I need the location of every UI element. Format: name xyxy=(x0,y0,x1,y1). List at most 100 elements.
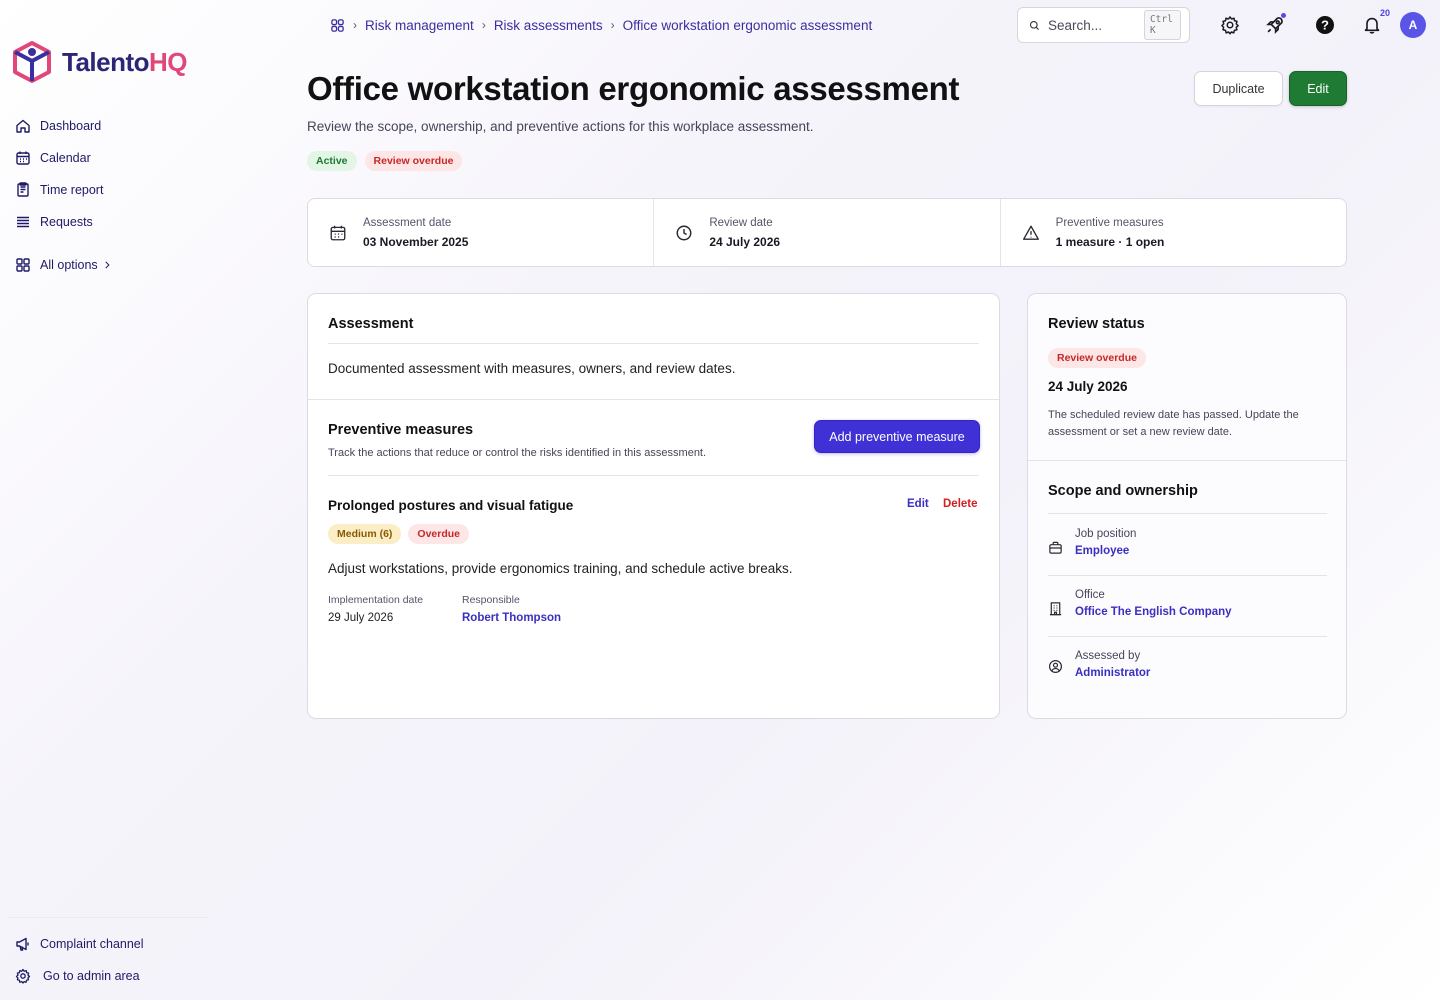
help-button[interactable]: ? xyxy=(1313,13,1337,37)
sidebar-item-calendar[interactable]: Calendar xyxy=(15,142,112,174)
measure-badges: Medium (6) Overdue xyxy=(328,524,470,544)
measure-description: Adjust workstations, provide ergonomics … xyxy=(328,561,793,576)
review-status-title: Review status xyxy=(1048,316,1145,332)
implementation-date: Implementation date 29 July 2026 xyxy=(328,594,423,624)
risk-level-badge: Medium (6) xyxy=(328,524,402,544)
duplicate-button[interactable]: Duplicate xyxy=(1194,71,1283,106)
review-note: The scheduled review date has passed. Up… xyxy=(1048,409,1299,438)
breadcrumb-risk-management[interactable]: Risk management xyxy=(365,18,474,33)
status-badge-review-overdue: Review overdue xyxy=(364,151,463,171)
sidebar-nav: Dashboard Calendar Time report Requests … xyxy=(15,110,112,281)
home-icon xyxy=(16,119,30,133)
chevron-right-icon xyxy=(105,261,110,269)
preventive-measures-title: Preventive measures xyxy=(328,422,474,438)
measure-edit-link[interactable]: Edit xyxy=(907,498,929,510)
stat-preventive-measures: Preventive measures 1 measure · 1 open xyxy=(1001,199,1346,266)
add-preventive-measure-button[interactable]: Add preventive measure xyxy=(814,420,980,453)
breadcrumb-risk-assessments[interactable]: Risk assessments xyxy=(494,18,603,33)
search-icon xyxy=(1029,20,1039,30)
stat-label: Preventive measures xyxy=(1055,216,1164,229)
breadcrumb: › Risk management › Risk assessments › O… xyxy=(330,14,872,36)
sidebar-item-label: Calendar xyxy=(40,151,91,165)
stat-value: 24 July 2026 xyxy=(709,234,781,249)
user-circle-icon xyxy=(1048,659,1063,674)
divider xyxy=(1048,575,1327,576)
implementation-date-label: Implementation date xyxy=(328,594,424,606)
chevron-right-icon: › xyxy=(610,18,615,32)
building-icon xyxy=(1049,602,1062,616)
breadcrumb-current: Office workstation ergonomic assessment xyxy=(622,17,873,33)
stat-label: Review date xyxy=(709,216,773,229)
sidebar-item-admin-area[interactable]: Go to admin area xyxy=(15,960,144,992)
status-badge-active: Active xyxy=(307,151,357,171)
office-link[interactable]: Office The English Company xyxy=(1075,606,1232,618)
notifications-button[interactable]: 20 xyxy=(1360,8,1390,37)
search-box[interactable]: Ctrl K xyxy=(1017,7,1190,43)
settings-button[interactable] xyxy=(1218,13,1242,37)
sidebar: TalentoHQ Dashboard Calendar Time report… xyxy=(0,0,215,1000)
divider xyxy=(1028,460,1346,461)
clock-icon xyxy=(676,225,692,240)
sidebar-item-dashboard[interactable]: Dashboard xyxy=(15,110,112,142)
sidebar-divider xyxy=(8,917,208,918)
page-subtitle: Review the scope, ownership, and prevent… xyxy=(307,119,814,134)
calendar-icon xyxy=(16,151,30,165)
edit-button[interactable]: Edit xyxy=(1289,71,1347,106)
sidebar-item-label: Complaint channel xyxy=(40,937,144,951)
assessed-by-link[interactable]: Administrator xyxy=(1075,667,1150,679)
implementation-date-value: 29 July 2026 xyxy=(328,612,394,624)
chevron-right-icon: › xyxy=(353,18,357,32)
divider xyxy=(1048,636,1327,637)
responsible-link[interactable]: Robert Thompson xyxy=(462,612,561,624)
user-avatar[interactable]: A xyxy=(1400,12,1426,38)
notifications-count: 20 xyxy=(1379,8,1390,18)
app-name: TalentoHQ xyxy=(62,46,188,77)
search-input[interactable] xyxy=(1047,17,1136,33)
sidebar-item-time-report[interactable]: Time report xyxy=(15,174,112,206)
assessment-description: Documented assessment with measures, own… xyxy=(328,361,736,376)
rocket-icon xyxy=(1266,17,1283,34)
status-badges: Active Review overdue xyxy=(307,151,463,171)
sidebar-item-label: All options xyxy=(40,258,98,272)
review-date: 24 July 2026 xyxy=(1048,379,1128,394)
report-icon xyxy=(17,182,29,197)
summary-stats: Assessment date 03 November 2025 Review … xyxy=(307,198,1347,267)
stat-value: 03 November 2025 xyxy=(363,234,469,249)
sidebar-item-requests[interactable]: Requests xyxy=(15,206,112,238)
scope-label: Job position xyxy=(1075,528,1137,540)
review-overdue-badge: Review overdue xyxy=(1048,348,1146,368)
sidebar-bottom-nav: Complaint channel Go to admin area xyxy=(15,928,144,992)
page-title: Office workstation ergonomic assessment xyxy=(307,70,960,107)
scope-row-office: Office Office The English Company xyxy=(1048,589,1327,618)
sidebar-item-complaint-channel[interactable]: Complaint channel xyxy=(15,928,144,960)
stat-label: Assessment date xyxy=(363,216,452,229)
whats-new-button[interactable] xyxy=(1263,13,1287,37)
app-logo[interactable]: TalentoHQ xyxy=(12,40,188,84)
divider xyxy=(328,343,979,344)
grid-icon xyxy=(16,258,30,272)
briefcase-icon xyxy=(1049,541,1062,554)
search-shortcut: Ctrl K xyxy=(1143,10,1181,40)
sidebar-item-label: Go to admin area xyxy=(43,969,140,983)
sidebar-item-label: Dashboard xyxy=(40,119,102,133)
list-icon xyxy=(17,216,29,228)
sidebar-all-options[interactable]: All options xyxy=(15,249,112,281)
measure-delete-link[interactable]: Delete xyxy=(943,498,978,510)
logo-cube-icon xyxy=(13,41,51,83)
help-icon: ? xyxy=(1316,16,1334,34)
notification-dot xyxy=(1281,13,1286,18)
chevron-right-icon: › xyxy=(481,18,486,32)
stat-review-date: Review date 24 July 2026 xyxy=(654,199,1001,266)
measure-title: Prolonged postures and visual fatigue xyxy=(328,498,574,513)
bell-icon xyxy=(1364,17,1380,34)
megaphone-icon xyxy=(16,937,29,951)
assessment-title: Assessment xyxy=(328,316,414,332)
job-position-link[interactable]: Employee xyxy=(1075,545,1136,557)
grid-icon[interactable] xyxy=(330,18,345,33)
scope-row-job-position: Job position Employee xyxy=(1048,528,1327,557)
sidebar-item-label: Time report xyxy=(40,183,104,197)
divider xyxy=(1048,513,1327,514)
svg-text:?: ? xyxy=(1321,18,1329,33)
overdue-badge: Overdue xyxy=(408,524,470,544)
divider xyxy=(328,475,979,476)
